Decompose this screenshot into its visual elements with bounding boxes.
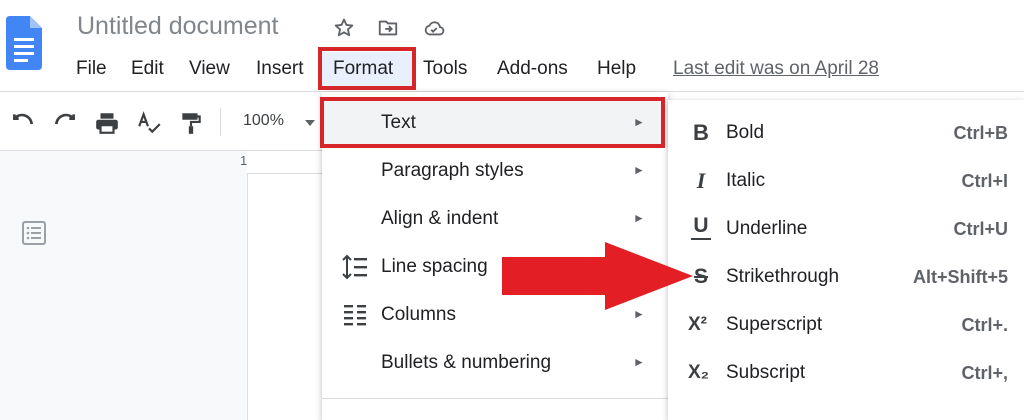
format-menu-item-line-spacing[interactable]: Line spacing — [381, 255, 488, 279]
shortcut-strikethrough: Alt+Shift+5 — [912, 267, 1008, 287]
menu-view[interactable]: View — [189, 56, 230, 82]
undo-icon[interactable] — [10, 110, 36, 136]
redo-icon[interactable] — [52, 110, 78, 136]
menu-insert[interactable]: Insert — [256, 56, 304, 82]
text-menu-item-bold[interactable]: Bold — [726, 121, 764, 145]
zoom-select[interactable]: 100% — [243, 109, 284, 133]
text-menu-item-underline[interactable]: Underline — [726, 217, 807, 241]
paint-format-icon[interactable] — [178, 110, 204, 136]
menu-edit[interactable]: Edit — [131, 56, 164, 82]
shortcut-subscript: Ctrl+, — [961, 363, 1008, 383]
move-to-folder-icon[interactable] — [377, 17, 399, 39]
shortcut-underline: Ctrl+U — [953, 219, 1008, 239]
submenu-arrow-icon: ► — [633, 355, 645, 369]
star-icon[interactable] — [333, 17, 355, 39]
ruler-marker: 1 — [240, 153, 248, 168]
cloud-saved-icon[interactable] — [423, 17, 445, 39]
shortcut-italic: Ctrl+I — [961, 171, 1008, 191]
document-outline-icon[interactable] — [20, 219, 48, 247]
text-menu-item-strikethrough[interactable]: Strikethrough — [726, 265, 839, 289]
subscript-icon: X₂ — [688, 362, 710, 383]
text-menu-item-subscript[interactable]: Subscript — [726, 361, 805, 385]
columns-icon — [344, 305, 366, 326]
toolbar-separator — [220, 108, 221, 136]
format-menu-item-bullets-numbering[interactable]: Bullets & numbering — [381, 351, 551, 375]
superscript-icon: X² — [688, 314, 707, 335]
zoom-dropdown-icon[interactable] — [304, 118, 316, 128]
submenu-arrow-icon: ► — [633, 211, 645, 225]
format-menu-item-paragraph-styles[interactable]: Paragraph styles — [381, 159, 524, 183]
menu-tools[interactable]: Tools — [423, 56, 467, 82]
format-menu-divider — [322, 398, 668, 399]
underline-icon: U — [691, 214, 711, 240]
format-menu-item-align-indent[interactable]: Align & indent — [381, 207, 498, 231]
bold-icon: B — [693, 120, 709, 145]
format-menu-item-columns[interactable]: Columns — [381, 303, 456, 327]
line-spacing-icon — [342, 254, 367, 280]
text-highlight-box — [320, 97, 665, 148]
print-icon[interactable] — [94, 110, 120, 136]
italic-icon: I — [696, 168, 706, 193]
menu-help[interactable]: Help — [597, 56, 636, 82]
docs-logo-icon[interactable] — [4, 16, 44, 70]
document-title[interactable]: Untitled document — [77, 12, 279, 41]
red-arrow-annotation — [502, 242, 693, 310]
last-edit-link[interactable]: Last edit was on April 28 — [673, 56, 879, 82]
shortcut-superscript: Ctrl+. — [961, 315, 1008, 335]
spellcheck-icon[interactable] — [136, 110, 162, 136]
menu-addons[interactable]: Add-ons — [497, 56, 568, 82]
menu-file[interactable]: File — [76, 56, 107, 82]
text-menu-item-italic[interactable]: Italic — [726, 169, 765, 193]
submenu-arrow-icon: ► — [633, 163, 645, 177]
shortcut-bold: Ctrl+B — [953, 123, 1008, 143]
text-menu-item-superscript[interactable]: Superscript — [726, 313, 822, 337]
format-highlight-box — [318, 47, 416, 90]
